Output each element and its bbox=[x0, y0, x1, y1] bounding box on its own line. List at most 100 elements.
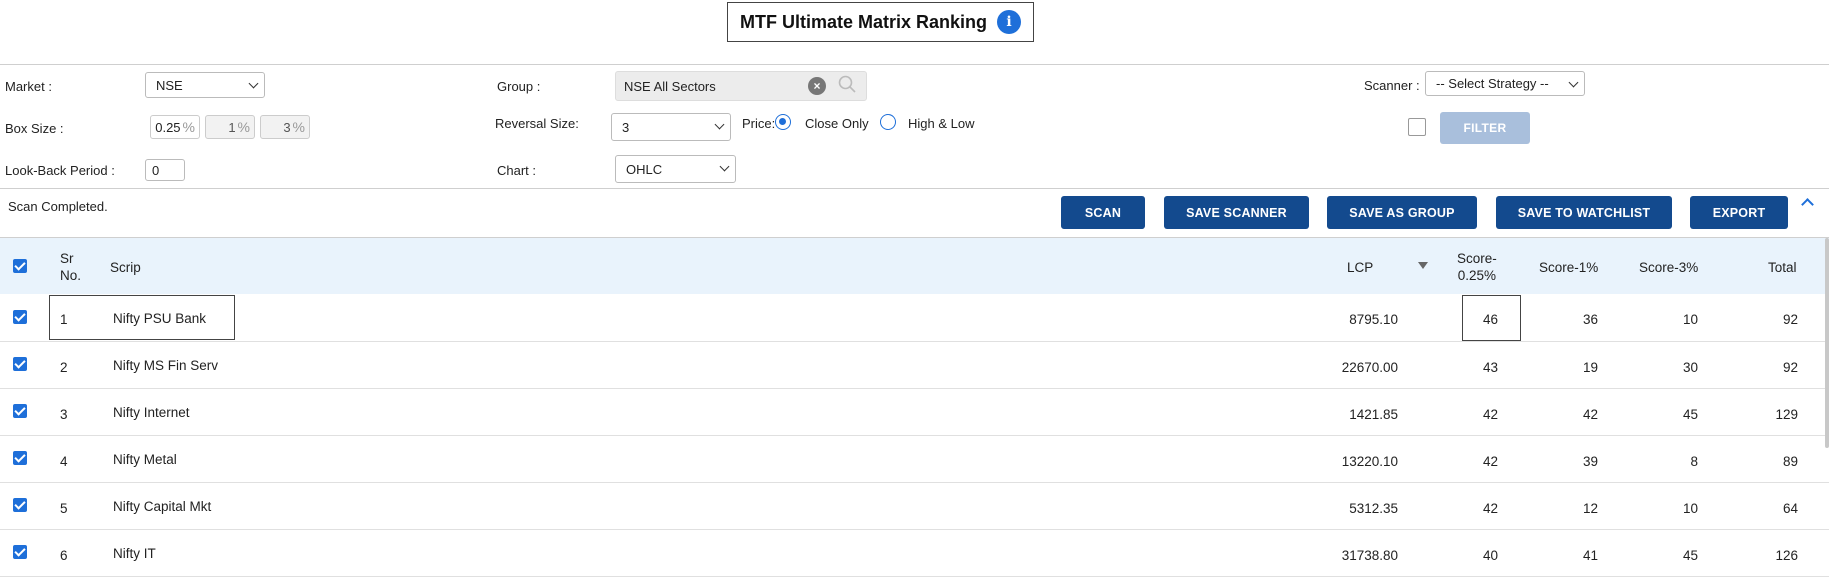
filter-button[interactable]: FILTER bbox=[1440, 112, 1530, 144]
scanner-select[interactable]: -- Select Strategy -- bbox=[1425, 71, 1585, 96]
total-cell: 92 bbox=[1782, 312, 1798, 327]
search-icon[interactable] bbox=[838, 75, 856, 93]
reversal-size-select[interactable]: 3 bbox=[611, 113, 731, 141]
score-3-cell: 10 bbox=[1682, 312, 1698, 327]
highlight-box-scrip bbox=[49, 295, 235, 340]
row-checkbox[interactable] bbox=[13, 545, 27, 559]
scrip-cell[interactable]: Nifty IT bbox=[113, 546, 156, 561]
save-scanner-button[interactable]: SAVE SCANNER bbox=[1164, 196, 1309, 229]
lookback-input[interactable]: 0 bbox=[145, 159, 185, 181]
score-3-cell: 45 bbox=[1682, 548, 1698, 563]
table-row[interactable]: 3 Nifty Internet 1421.85 42 42 45 129 bbox=[0, 389, 1829, 436]
total-header[interactable]: Total bbox=[1768, 259, 1797, 276]
sr-no-cell: 5 bbox=[60, 501, 68, 516]
chevron-up-icon[interactable] bbox=[1801, 198, 1814, 211]
score-1-header[interactable]: Score-1% bbox=[1539, 259, 1598, 276]
row-checkbox[interactable] bbox=[13, 357, 27, 371]
score-1-cell: 41 bbox=[1582, 548, 1598, 563]
lcp-cell: 1421.85 bbox=[1349, 407, 1398, 422]
scrip-cell[interactable]: Nifty Internet bbox=[113, 405, 190, 420]
score-025-cell: 42 bbox=[1482, 407, 1498, 422]
market-select[interactable]: NSE bbox=[145, 72, 265, 98]
total-cell: 129 bbox=[1775, 407, 1798, 422]
reversal-size-label: Reversal Size: bbox=[495, 116, 579, 131]
sr-no-cell: 3 bbox=[60, 407, 68, 422]
score-3-header[interactable]: Score-3% bbox=[1639, 259, 1698, 276]
chart-label: Chart : bbox=[497, 163, 537, 178]
table-row[interactable]: 1 Nifty PSU Bank 8795.10 46 36 10 92 bbox=[0, 295, 1829, 342]
chart-select[interactable]: OHLC bbox=[615, 155, 736, 183]
price-label: Price: bbox=[742, 116, 776, 131]
scrollbar[interactable] bbox=[1825, 238, 1829, 448]
table-row[interactable]: 4 Nifty Metal 13220.10 42 39 8 89 bbox=[0, 436, 1829, 483]
box-size-value-3: 3 bbox=[283, 119, 291, 135]
lcp-header[interactable]: LCP bbox=[1347, 259, 1373, 276]
price-close-only-label[interactable]: Close Only bbox=[805, 116, 869, 131]
sr-no-cell: 6 bbox=[60, 548, 68, 563]
percent-sign: % bbox=[237, 119, 250, 135]
price-high-low-radio[interactable] bbox=[880, 114, 896, 130]
chevron-down-icon bbox=[719, 161, 730, 172]
sr-no-cell: 2 bbox=[60, 360, 68, 375]
scrip-cell[interactable]: Nifty Metal bbox=[113, 452, 177, 467]
table-header: Sr No. Scrip LCP Score- 0.25% Score-1% S… bbox=[0, 238, 1829, 294]
lookback-value: 0 bbox=[152, 162, 160, 178]
lcp-cell: 13220.10 bbox=[1341, 454, 1398, 469]
box-size-input-2[interactable]: 1% bbox=[205, 115, 255, 139]
table-row[interactable]: 2 Nifty MS Fin Serv 22670.00 43 19 30 92 bbox=[0, 342, 1829, 389]
box-size-input-1[interactable]: 0.25% bbox=[150, 115, 200, 139]
total-cell: 89 bbox=[1782, 454, 1798, 469]
scanner-label: Scanner : bbox=[1364, 78, 1420, 93]
percent-sign: % bbox=[182, 119, 195, 135]
save-to-watchlist-button[interactable]: SAVE TO WATCHLIST bbox=[1496, 196, 1672, 229]
sr-no-header[interactable]: Sr No. bbox=[60, 250, 81, 284]
box-size-label: Box Size : bbox=[5, 121, 64, 136]
group-input[interactable]: NSE All Sectors bbox=[615, 71, 867, 101]
page-title: MTF Ultimate Matrix Ranking bbox=[739, 11, 988, 32]
score-1-cell: 12 bbox=[1582, 501, 1598, 516]
score-025-header-line1: Score- bbox=[1457, 251, 1497, 266]
score-1-cell: 19 bbox=[1582, 360, 1598, 375]
price-close-only-radio[interactable] bbox=[775, 114, 791, 130]
select-all-checkbox[interactable] bbox=[13, 259, 27, 273]
group-label: Group : bbox=[497, 79, 541, 94]
clear-icon[interactable]: × bbox=[808, 77, 826, 95]
scrip-cell[interactable]: Nifty Capital Mkt bbox=[113, 499, 211, 514]
box-size-value-2: 1 bbox=[228, 119, 236, 135]
table-row[interactable]: 5 Nifty Capital Mkt 5312.35 42 12 10 64 bbox=[0, 483, 1829, 530]
filter-checkbox[interactable] bbox=[1408, 118, 1426, 136]
row-checkbox[interactable] bbox=[13, 451, 27, 465]
lookback-label: Look-Back Period : bbox=[5, 163, 115, 178]
score-025-header[interactable]: Score- 0.25% bbox=[1457, 250, 1497, 284]
save-as-group-button[interactable]: SAVE AS GROUP bbox=[1327, 196, 1477, 229]
scan-button[interactable]: SCAN bbox=[1061, 196, 1145, 229]
scrip-cell[interactable]: Nifty MS Fin Serv bbox=[113, 358, 218, 373]
chart-select-value: OHLC bbox=[626, 161, 663, 177]
chevron-down-icon bbox=[714, 119, 725, 130]
sort-desc-icon[interactable] bbox=[1418, 262, 1428, 269]
export-button[interactable]: EXPORT bbox=[1690, 196, 1788, 229]
divider bbox=[0, 64, 1829, 65]
score-1-cell: 36 bbox=[1582, 312, 1598, 327]
row-checkbox[interactable] bbox=[13, 310, 27, 324]
score-025-cell: 42 bbox=[1482, 501, 1498, 516]
info-icon[interactable]: i bbox=[997, 10, 1022, 34]
score-025-header-line2: 0.25% bbox=[1457, 268, 1497, 283]
row-checkbox[interactable] bbox=[13, 498, 27, 512]
score-025-cell: 43 bbox=[1482, 360, 1498, 375]
row-checkbox[interactable] bbox=[13, 404, 27, 418]
score-3-cell: 30 bbox=[1682, 360, 1698, 375]
highlight-box-score bbox=[1462, 295, 1521, 341]
reversal-size-value: 3 bbox=[622, 119, 630, 135]
score-025-cell: 40 bbox=[1482, 548, 1498, 563]
score-3-cell: 10 bbox=[1682, 501, 1698, 516]
table-row[interactable]: 6 Nifty IT 31738.80 40 41 45 126 bbox=[0, 530, 1829, 577]
box-size-input-3[interactable]: 3% bbox=[260, 115, 310, 139]
status-text: Scan Completed. bbox=[8, 199, 108, 214]
score-1-cell: 42 bbox=[1582, 407, 1598, 422]
sr-no-header-line2: No. bbox=[60, 268, 82, 283]
price-high-low-label[interactable]: High & Low bbox=[908, 116, 974, 131]
scanner-select-value: -- Select Strategy -- bbox=[1436, 76, 1549, 91]
lcp-cell: 5312.35 bbox=[1349, 501, 1398, 516]
scrip-header[interactable]: Scrip bbox=[110, 259, 141, 276]
